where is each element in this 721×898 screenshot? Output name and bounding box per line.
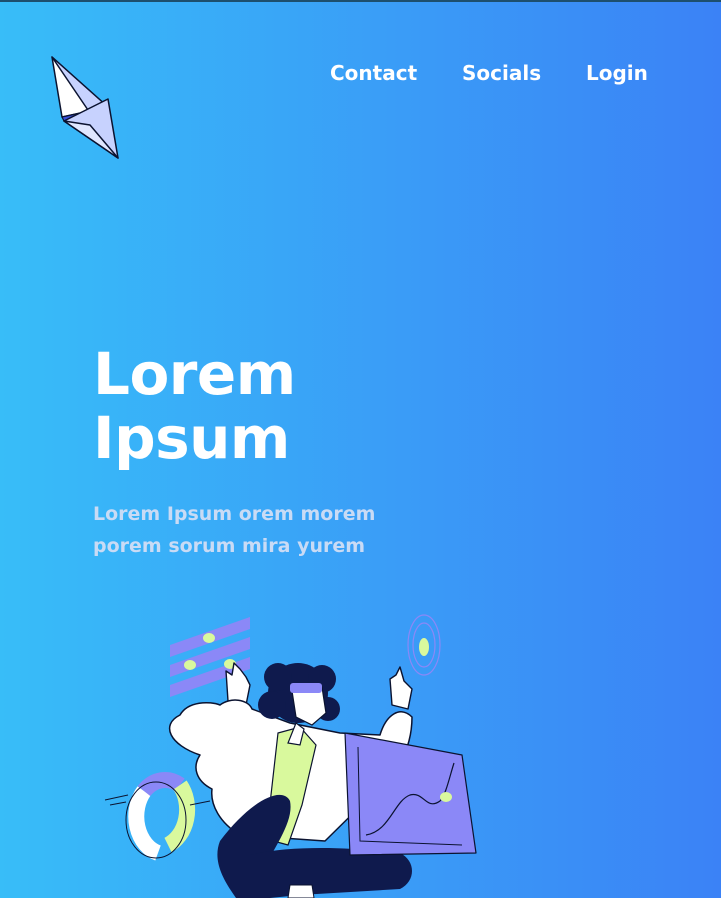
hero-subtitle: Lorem Ipsum orem morem porem sorum mira … xyxy=(93,503,376,557)
nav-link-login[interactable]: Login xyxy=(586,58,648,88)
nav-link-contact[interactable]: Contact xyxy=(330,58,417,88)
ethereum-logo-icon[interactable] xyxy=(50,55,122,161)
hero-title-line-2: Ipsum xyxy=(93,404,290,472)
floating-screen-panel xyxy=(344,732,477,856)
nav-link-socials[interactable]: Socials xyxy=(462,58,541,88)
hero-illustration xyxy=(104,614,477,898)
orbit-rings xyxy=(407,614,441,676)
hero-title: Lorem Ipsum xyxy=(93,342,413,470)
hero-title-line-1: Lorem xyxy=(93,340,296,408)
top-border xyxy=(0,0,721,2)
donut-chart-graphic xyxy=(104,772,211,861)
